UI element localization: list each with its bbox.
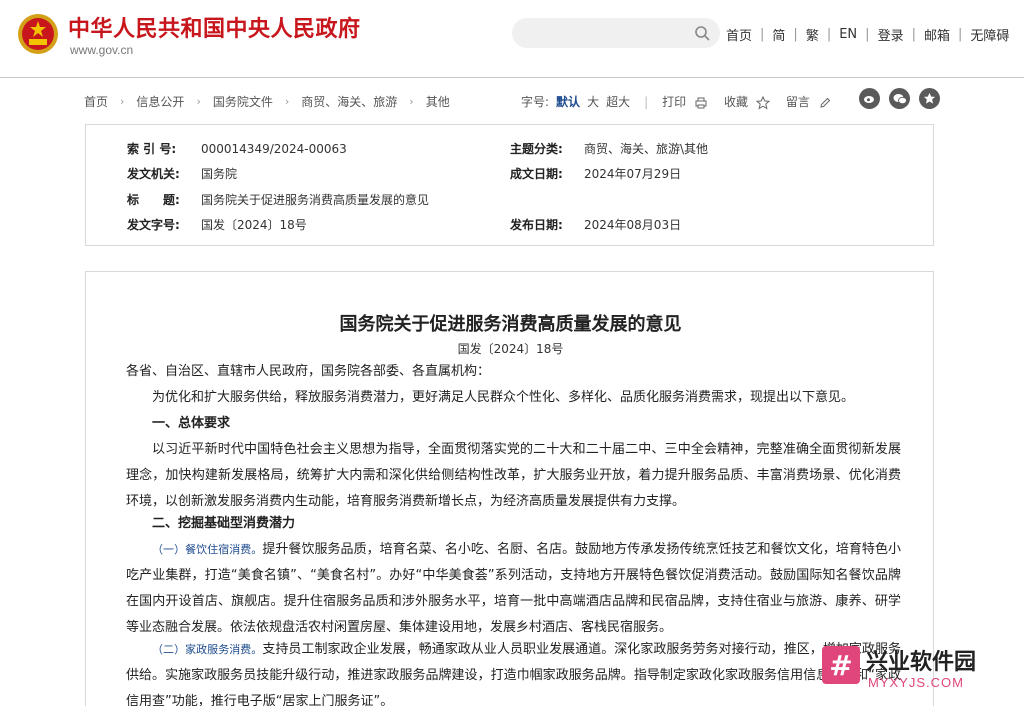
meta-issuer-label: 发文机关: — [127, 167, 180, 181]
site-title[interactable]: 中华人民共和国中央人民政府 — [68, 11, 361, 43]
meta-issuer: 发文机关: 国务院 — [127, 165, 237, 182]
weibo-icon[interactable] — [859, 88, 880, 109]
nav-separator: | — [865, 26, 870, 42]
search-input[interactable] — [512, 18, 720, 48]
chevron-right-icon: › — [196, 95, 201, 108]
top-nav: 首页 | 简 | 繁 | EN | 登录 | 邮箱 | 无障碍 — [726, 24, 1009, 44]
watermark-url: MYXYJS.COM — [868, 675, 964, 690]
national-emblem-icon[interactable] — [17, 13, 59, 55]
comment-button[interactable]: 留言 — [786, 93, 832, 110]
font-size-large[interactable]: 大 — [587, 93, 599, 110]
article-docno: 国发〔2024〕18号 — [457, 342, 564, 356]
page-tools: 字号: 默认 大 超大 | 打印 收藏 留言 — [521, 93, 832, 110]
nav-english[interactable]: EN — [839, 27, 857, 42]
font-size-default[interactable]: 默认 — [556, 93, 580, 110]
collect-button[interactable]: 收藏 — [724, 93, 770, 110]
meta-date-value: 2024年07月29日 — [584, 167, 682, 181]
pencil-icon — [820, 97, 830, 108]
print-button[interactable]: 打印 — [662, 93, 708, 110]
breadcrumb-home[interactable]: 首页 — [84, 93, 108, 110]
nav-home[interactable]: 首页 — [726, 25, 752, 44]
breadcrumb-info-public[interactable]: 信息公开 — [136, 93, 184, 110]
meta-date: 成文日期: 2024年07月29日 — [510, 165, 681, 182]
meta-index-value: 000014349/2024-00063 — [201, 142, 347, 156]
nav-separator: | — [760, 26, 765, 42]
meta-index-label: 索 引 号: — [127, 142, 177, 156]
wechat-icon[interactable] — [889, 88, 910, 109]
nav-separator: | — [957, 26, 963, 42]
meta-topic-value: 商贸、海关、旅游\其他 — [584, 142, 709, 156]
meta-topic: 主题分类: 商贸、海关、旅游\其他 — [510, 140, 708, 157]
section-heading-2: 二、挖掘基础型消费潜力 — [152, 516, 296, 531]
document-metadata-box: 索 引 号: 000014349/2024-00063 主题分类: 商贸、海关、旅游… — [85, 124, 934, 246]
breadcrumb-bar: 首页 › 信息公开 › 国务院文件 › 商贸、海关、旅游 › 其他 字号: 默认… — [84, 88, 940, 112]
site-url: www.gov.cn — [70, 43, 134, 57]
article-paragraph-2: （一）餐饮住宿消费。提升餐饮服务品质，培育名菜、名小吃、名厨、名店。鼓励地方传承… — [126, 537, 901, 641]
meta-title-value: 国务院关于促进服务消费高质量发展的意见 — [201, 193, 430, 207]
nav-mail[interactable]: 邮箱 — [924, 25, 950, 44]
meta-topic-label: 主题分类: — [510, 142, 563, 156]
print-label: 打印 — [662, 95, 687, 109]
nav-separator: | — [911, 26, 916, 42]
breadcrumb-state-council-docs[interactable]: 国务院文件 — [213, 93, 273, 110]
nav-login[interactable]: 登录 — [878, 25, 904, 44]
breadcrumb-trade-customs-tourism[interactable]: 商贸、海关、旅游 — [301, 93, 397, 110]
meta-title-label: 标 题: — [127, 193, 180, 207]
chevron-right-icon: › — [284, 95, 290, 108]
meta-pubdate-value: 2024年08月03日 — [584, 218, 682, 232]
meta-docno-label: 发文字号: — [127, 218, 180, 232]
nav-accessibility[interactable]: 无障碍 — [970, 25, 1009, 44]
nav-separator: | — [826, 26, 832, 42]
section-heading-1: 一、总体要求 — [152, 416, 231, 431]
font-size-label: 字号: — [521, 95, 550, 109]
article-paragraph-1: 以习近平新时代中国特色社会主义思想为指导，全面贯彻落实党的二十大和二十届二中、三… — [126, 442, 901, 509]
comment-label: 留言 — [785, 95, 810, 109]
share-icons — [850, 88, 940, 109]
collect-label: 收藏 — [723, 95, 748, 109]
tools-divider: | — [644, 94, 649, 109]
printer-icon — [695, 97, 707, 108]
article-salutation: 各省、自治区、直辖市人民政府，国务院各部委、各直属机构： — [126, 364, 491, 379]
nav-traditional[interactable]: 繁 — [806, 25, 819, 44]
article-body: 国务院关于促进服务消费高质量发展的意见 国发〔2024〕18号 各省、自治区、直… — [85, 271, 934, 706]
meta-date-label: 成文日期: — [510, 167, 563, 181]
breadcrumb: 首页 › 信息公开 › 国务院文件 › 商贸、海关、旅游 › 其他 — [84, 93, 450, 110]
site-watermark: # 兴业软件园 MYXYJS.COM — [820, 644, 1016, 694]
star-icon[interactable] — [919, 88, 940, 109]
nav-simplified[interactable]: 简 — [772, 25, 785, 44]
article-intro: 为优化和扩大服务供给，释放服务消费潜力，更好满足人民群众个性化、多样化、品质化服… — [152, 390, 855, 405]
meta-pubdate-label: 发布日期: — [510, 218, 563, 232]
nav-separator: | — [793, 26, 798, 42]
breadcrumb-other[interactable]: 其他 — [426, 93, 450, 110]
site-header: 中华人民共和国中央人民政府 www.gov.cn 首页 | 简 | 繁 | EN… — [0, 0, 1024, 78]
watermark-logo-icon: # — [822, 646, 860, 684]
article-paragraph-3: （二）家政服务消费。支持员工制家政企业发展，畅通家政从业人员职业发展通道。深化家… — [126, 637, 901, 706]
meta-docno-value: 国发〔2024〕18号 — [201, 218, 307, 232]
meta-docno: 发文字号: 国发〔2024〕18号 — [127, 216, 307, 233]
chevron-right-icon: › — [409, 95, 414, 108]
meta-index: 索 引 号: 000014349/2024-00063 — [127, 140, 347, 157]
font-size-xlarge[interactable]: 超大 — [606, 93, 630, 110]
watermark-name: 兴业软件园 — [866, 650, 977, 675]
meta-issuer-value: 国务院 — [201, 167, 238, 181]
meta-pubdate: 发布日期: 2024年08月03日 — [510, 216, 681, 233]
subsection-tag-1: （一）餐饮住宿消费。 — [152, 543, 263, 556]
meta-title: 标 题: 国务院关于促进服务消费高质量发展的意见 — [127, 191, 429, 208]
chevron-right-icon: › — [120, 95, 125, 108]
subsection-tag-2: （二）家政服务消费。 — [152, 643, 263, 656]
star-outline-icon — [755, 95, 770, 110]
article-title: 国务院关于促进服务消费高质量发展的意见 — [339, 314, 682, 335]
search-icon[interactable] — [694, 25, 710, 41]
